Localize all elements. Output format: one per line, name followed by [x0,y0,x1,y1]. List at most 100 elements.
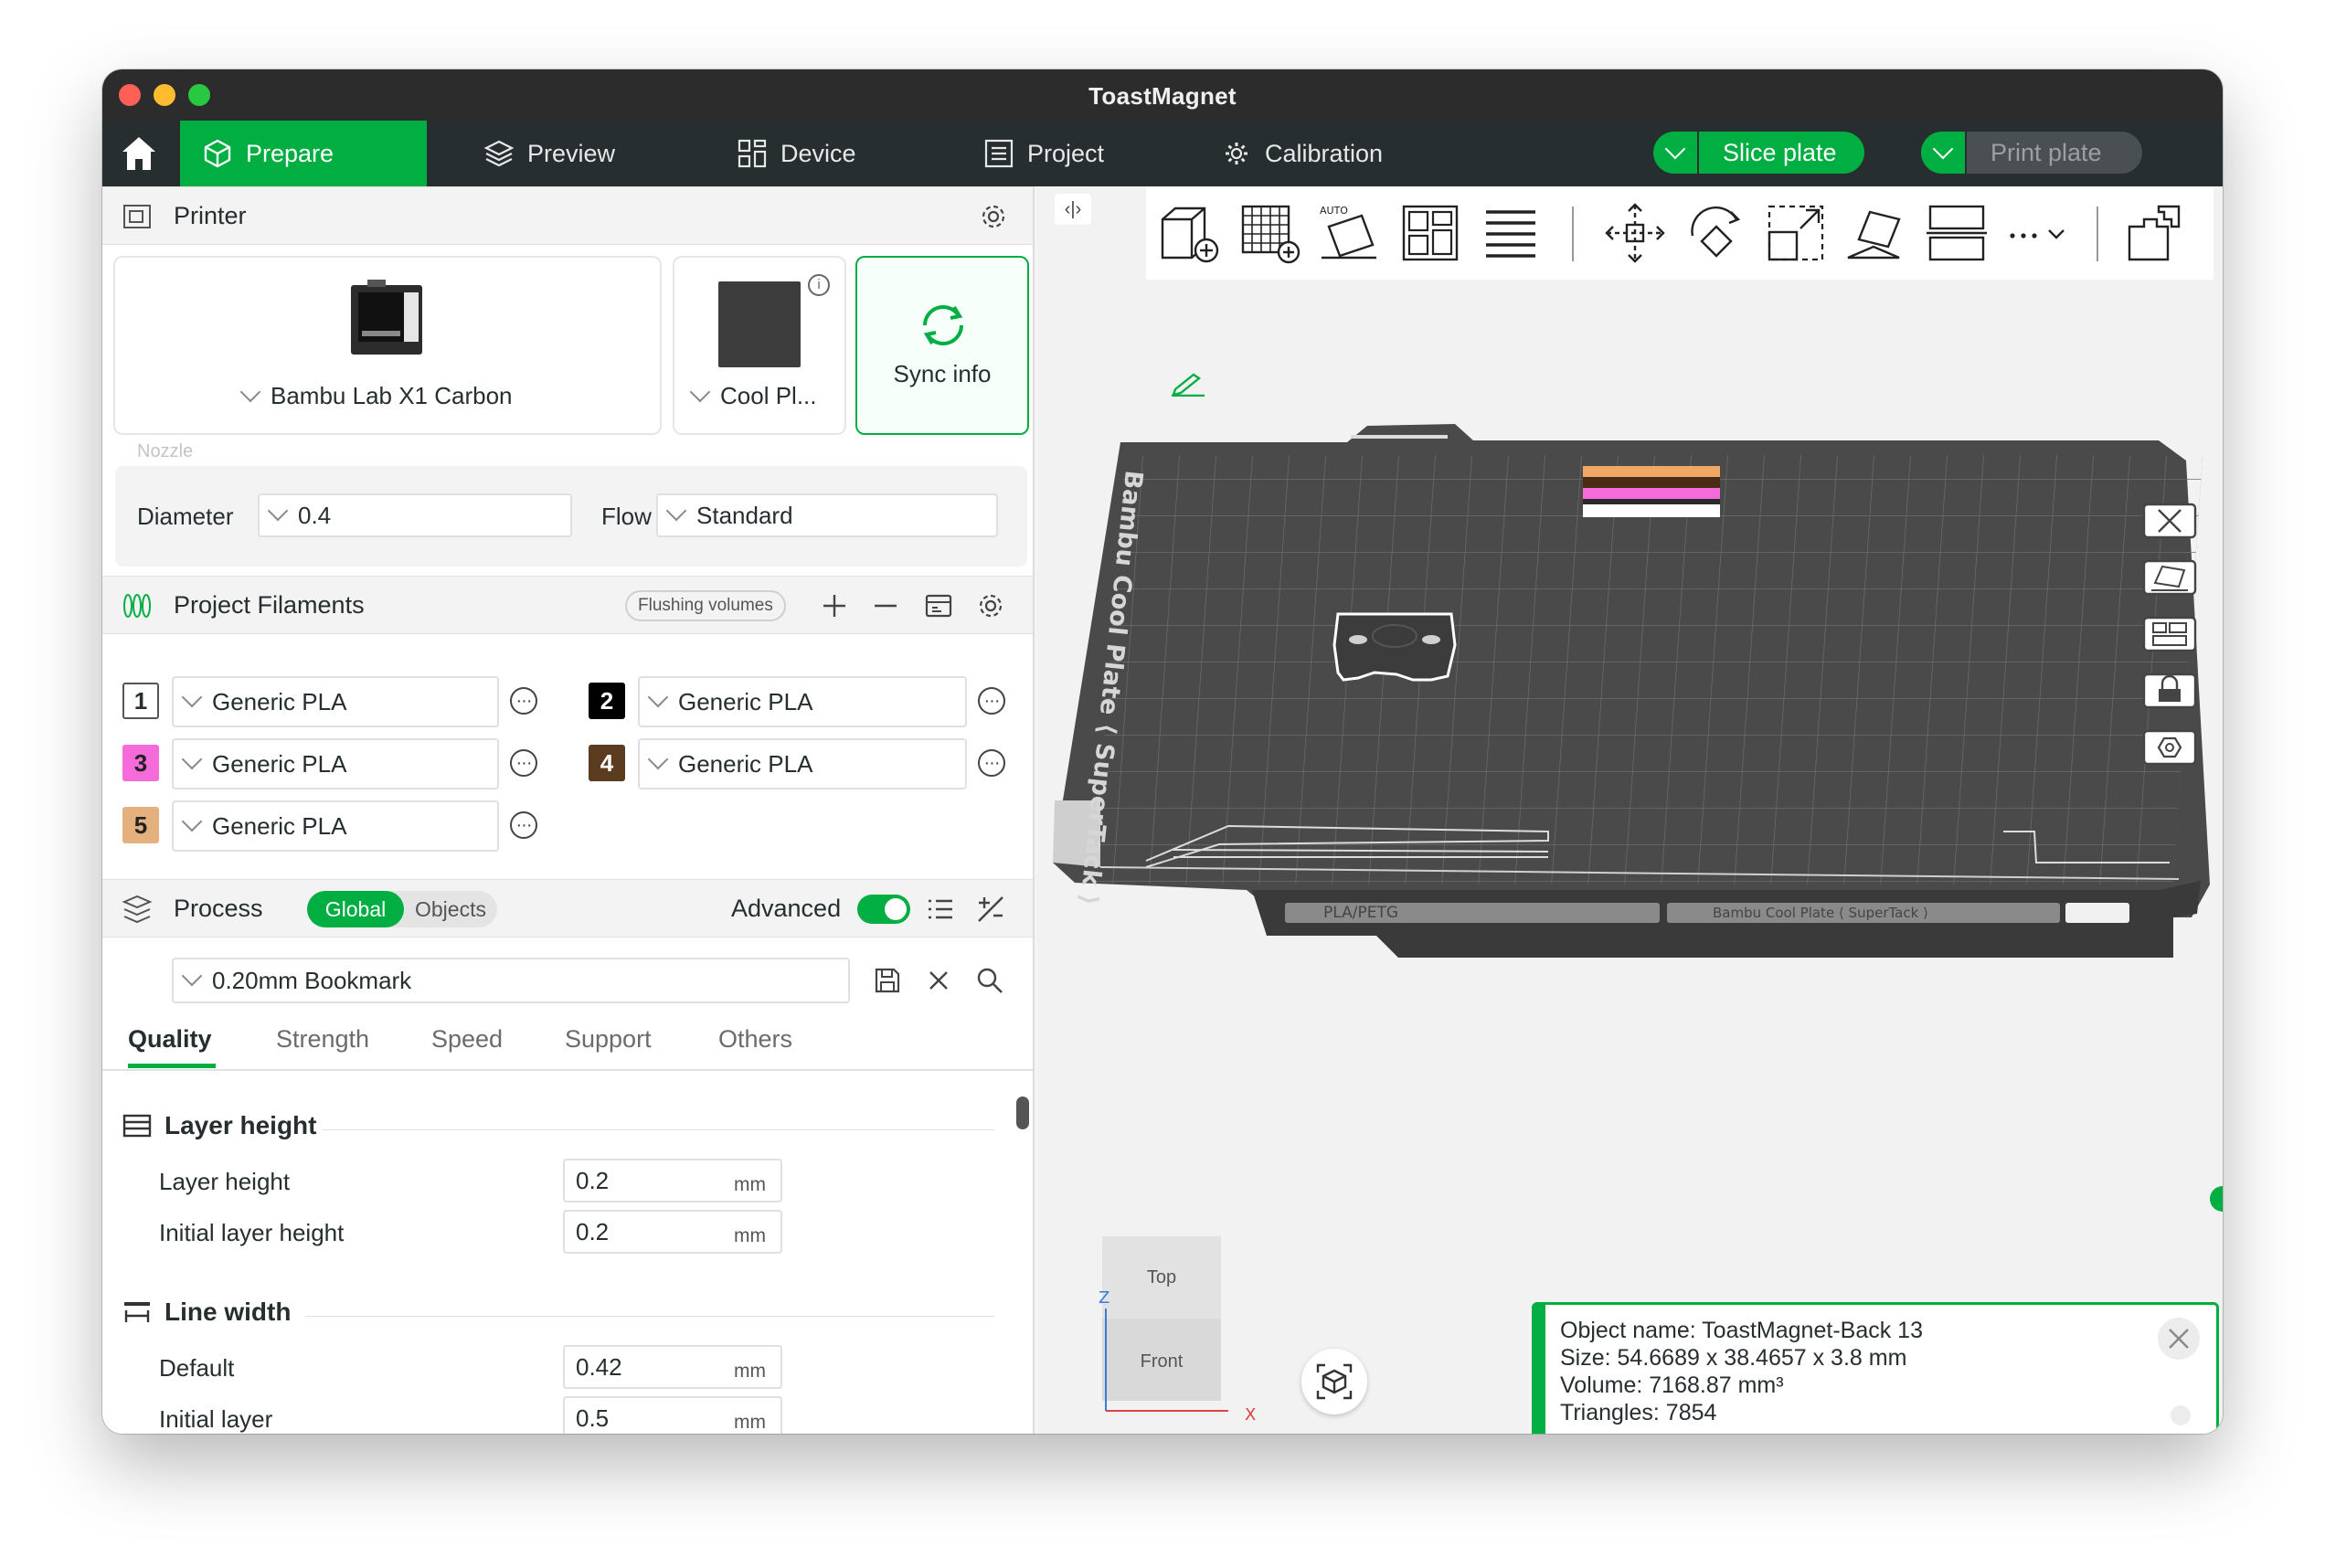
process-tabs: Quality Strength Speed Support Others [102,1025,1033,1071]
printer-card[interactable]: Bambu Lab X1 Carbon [113,256,662,435]
filament-3-select[interactable]: Generic PLA [172,738,499,789]
tab-strength[interactable]: Strength [276,1025,369,1054]
tab-speed[interactable]: Speed [431,1025,503,1054]
filament-3-more-icon[interactable]: ··· [510,749,537,777]
tab-preview[interactable]: Preview [462,121,637,186]
initial-layer-height-input[interactable]: 0.2 mm [563,1210,782,1254]
filament-2-select[interactable]: Generic PLA [638,676,967,727]
tab-calibration[interactable]: Calibration [1199,121,1405,186]
build-plate[interactable]: Bambu Cool Plate ⟨ SuperTack ⟩ PLA/PETG … [1036,406,2223,1246]
tab-device[interactable]: Device [715,121,878,186]
filament-1-badge[interactable]: 1 [122,683,159,719]
filament-2-name: Generic PLA [678,687,813,715]
cube-icon [204,139,231,168]
edit-plate-name-icon[interactable] [1170,369,1206,397]
printer-settings-gear-icon[interactable] [978,201,1009,232]
global-option[interactable]: Global [307,891,404,927]
orient-plate-icon[interactable] [2140,556,2199,599]
process-preset-select[interactable]: 0.20mm Bookmark [172,958,850,1003]
printer-selector[interactable]: Bambu Lab X1 Carbon [239,381,513,410]
plate-selector[interactable]: Cool Pl... [689,381,817,410]
print-dropdown[interactable] [1921,132,1967,174]
delete-plate-icon[interactable] [2140,499,2199,543]
tab-others[interactable]: Others [718,1025,792,1054]
plate-card[interactable]: i Cool Pl... [673,256,846,435]
filament-5-badge[interactable]: 5 [122,807,159,843]
chevron-down-icon [1932,138,1954,160]
filament-5-select[interactable]: Generic PLA [172,800,499,852]
settings-sidebar: Printer Bambu Lab X1 Carbon i Cool Pl...… [102,186,1035,1434]
filament-2-more-icon[interactable]: ··· [978,687,1005,715]
lock-plate-icon[interactable] [2140,669,2199,713]
rotate-icon[interactable] [1682,199,1749,267]
filament-1-more-icon[interactable]: ··· [510,687,537,715]
list-view-icon[interactable] [925,894,956,925]
add-filament-icon[interactable] [819,590,850,621]
lay-on-face-icon[interactable] [1842,199,1910,267]
filament-2-badge[interactable]: 2 [589,683,625,719]
chevron-down-icon [181,810,203,832]
sync-info-button[interactable]: Sync info [855,256,1029,435]
sync-ams-icon[interactable] [923,590,954,621]
filament-4-badge[interactable]: 4 [589,745,625,781]
unit-label: mm [734,1361,766,1382]
tab-prepare[interactable]: Prepare [180,121,427,186]
main-nav: Prepare Preview Device Project Calibrati… [102,121,2223,186]
arrange-icon[interactable] [1396,199,1464,267]
auto-orient-icon[interactable]: AUTO [1316,199,1384,267]
home-icon[interactable] [119,133,159,174]
filament-4-name: Generic PLA [678,749,813,778]
add-plate-icon[interactable] [1236,199,1303,267]
remove-filament-icon[interactable] [870,590,901,621]
filament-1-select[interactable]: Generic PLA [172,676,499,727]
3d-viewport[interactable]: ‹|› AUTO Bambu Cool Plate ⟨ SuperTack ⟩ … [1036,186,2223,1434]
more-tools-icon[interactable] [2003,199,2071,267]
filament-4-select[interactable]: Generic PLA [638,738,967,789]
model-toastmagnet[interactable] [1332,612,1457,682]
add-object-icon[interactable] [1155,199,1223,267]
tab-project[interactable]: Project [961,121,1126,186]
info-icon[interactable]: i [808,274,830,296]
filament-5-more-icon[interactable]: ··· [510,811,537,839]
reset-view-button[interactable] [1301,1349,1367,1414]
minimize-info-button[interactable] [2171,1405,2191,1425]
title-bar: ToastMagnet [102,69,2223,121]
global-objects-toggle[interactable]: Global Objects [307,891,497,927]
close-info-button[interactable] [2158,1318,2200,1360]
split-layers-icon[interactable] [1477,199,1545,267]
filament-4-more-icon[interactable]: ··· [978,749,1005,777]
default-line-width-input[interactable]: 0.42 mm [563,1345,782,1389]
move-icon[interactable] [1601,199,1669,267]
arrange-plate-icon[interactable] [2140,612,2199,656]
filament-3-badge[interactable]: 3 [122,745,159,781]
flushing-volumes-button[interactable]: Flushing volumes [625,590,786,621]
plate-settings-icon[interactable] [2140,726,2199,769]
assembly-icon[interactable] [2122,199,2190,267]
slice-dropdown[interactable] [1653,132,1699,174]
chevron-down-icon [181,686,203,708]
slice-plate-button[interactable]: Slice plate [1653,132,1864,174]
layer-height-input[interactable]: 0.2 mm [563,1159,782,1202]
tab-support[interactable]: Support [565,1025,652,1054]
tab-quality[interactable]: Quality [128,1025,212,1054]
flow-select[interactable]: Standard [656,493,998,537]
filament-4-index: 4 [600,748,614,777]
diameter-select[interactable]: 0.4 [258,493,572,537]
initial-layer-line-width-value: 0.5 [576,1404,610,1432]
compare-presets-icon[interactable] [975,894,1006,925]
layer-height-group-label: Layer height [165,1111,317,1139]
scale-icon[interactable] [1762,199,1830,267]
objects-option[interactable]: Objects [404,891,497,927]
filament-settings-gear-icon[interactable] [975,590,1006,621]
cut-icon[interactable] [1923,199,1991,267]
settings-scrollbar[interactable] [1016,1097,1029,1129]
print-plate-button[interactable]: Print plate [1921,132,2142,174]
sync-info-label: Sync info [893,360,992,387]
collapse-sidebar-icon[interactable]: ‹|› [1055,194,1091,225]
advanced-toggle[interactable] [857,895,910,924]
delete-preset-icon[interactable] [923,965,954,996]
initial-layer-line-width-input[interactable]: 0.5 mm [563,1396,782,1434]
chevron-down-icon [1664,138,1686,160]
save-preset-icon[interactable] [872,965,903,996]
search-icon[interactable] [974,965,1005,996]
